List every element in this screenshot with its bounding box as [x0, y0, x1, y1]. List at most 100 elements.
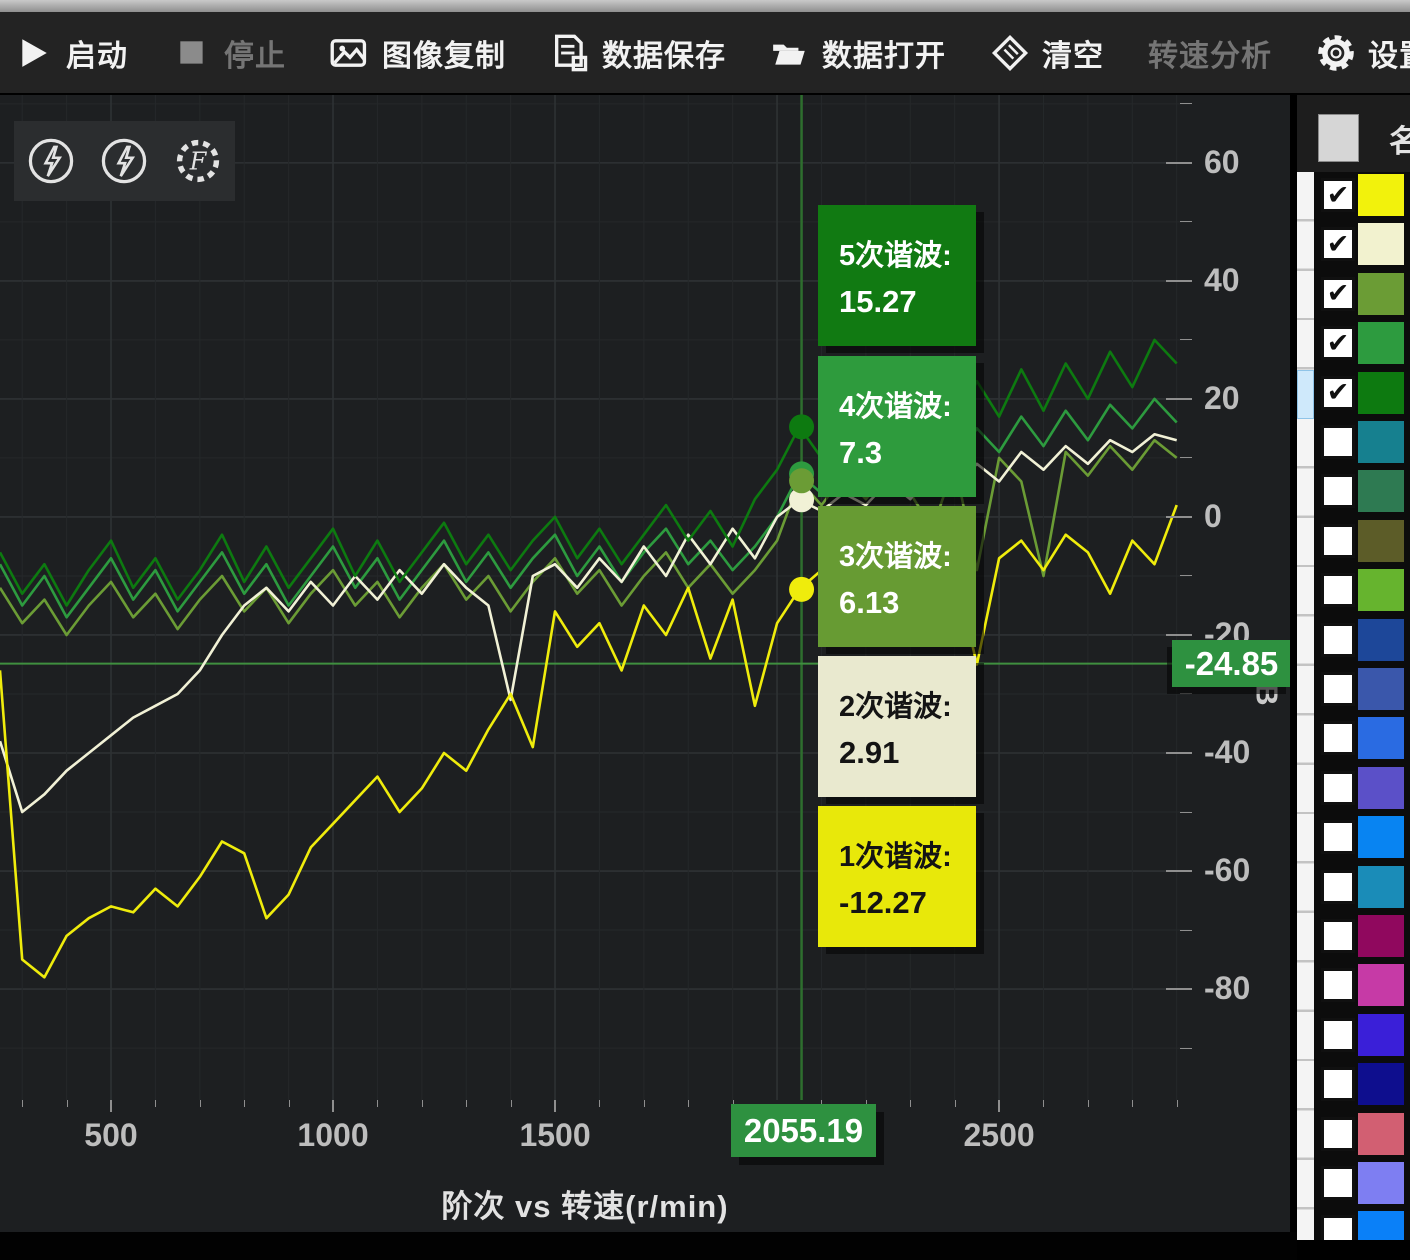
legend-checkbox-row-9[interactable] — [1321, 573, 1355, 607]
cursor-marker-1次谐波 — [789, 577, 814, 602]
image-copy-icon — [330, 33, 370, 73]
window-bottom-strip — [0, 1232, 1297, 1260]
x-minor-tick-mark — [377, 1100, 378, 1107]
x-tick-mark — [554, 1100, 556, 1112]
legend-color-swatch-row-7[interactable] — [1358, 470, 1404, 512]
legend-color-swatch-row-21[interactable] — [1358, 1162, 1404, 1204]
legend-color-swatch-row-10[interactable] — [1358, 619, 1404, 661]
cursor-marker-5次谐波 — [789, 414, 814, 439]
legend-color-swatch-row-5[interactable] — [1358, 372, 1404, 414]
legend-color-swatch-row-2[interactable] — [1358, 223, 1404, 265]
legend-checkbox-row-2[interactable]: ✔ — [1321, 227, 1355, 261]
legend-checkbox-row-4[interactable]: ✔ — [1321, 326, 1355, 360]
legend-checkbox-row-19[interactable] — [1321, 1067, 1355, 1101]
gear-icon — [1316, 33, 1356, 73]
legend-color-swatch-row-19[interactable] — [1358, 1063, 1404, 1105]
legend-color-swatch-row-12[interactable] — [1358, 717, 1404, 759]
plot-tool-cursor-tool-1[interactable] — [25, 135, 77, 187]
toolbar-button-image-copy[interactable]: 图像复制 — [330, 31, 506, 75]
toolbar-button-data-save[interactable]: 数据保存 — [550, 31, 726, 75]
legend-color-swatch-row-11[interactable] — [1358, 668, 1404, 710]
legend-checkbox-row-6[interactable] — [1321, 425, 1355, 459]
series-line-2次谐波 — [0, 434, 1177, 812]
legend-checkbox-row-10[interactable] — [1321, 623, 1355, 657]
legend-color-swatch-row-16[interactable] — [1358, 915, 1404, 957]
legend-color-swatch-row-4[interactable] — [1358, 322, 1404, 364]
x-minor-tick-mark — [200, 1100, 201, 1107]
legend-row-selector-strip[interactable] — [1297, 172, 1314, 1240]
folder-open-icon — [770, 33, 810, 73]
legend-color-swatch-row-14[interactable] — [1358, 816, 1404, 858]
legend-checkbox-row-5[interactable]: ✔ — [1321, 376, 1355, 410]
crosshair-x-value-badge: 2055.19 — [731, 1104, 876, 1157]
toolbar-button-label: 启动 — [66, 31, 128, 75]
harmonic-tooltip-3: 3次谐波: 6.13 — [818, 506, 976, 647]
legend-color-swatch-row-1[interactable] — [1358, 174, 1404, 216]
legend-checkbox-row-18[interactable] — [1321, 1018, 1355, 1052]
legend-checkbox-row-3[interactable]: ✔ — [1321, 277, 1355, 311]
chart-area[interactable]: F 6040200-20-40-60-80500100015002500 5次谐… — [0, 95, 1290, 1232]
legend-checkbox-row-13[interactable] — [1321, 771, 1355, 805]
x-tick-label: 2500 — [939, 1117, 1059, 1154]
toolbar-button-label: 图像复制 — [382, 31, 506, 75]
x-tick-mark — [110, 1100, 112, 1112]
toolbar-button-label: 停止 — [224, 31, 286, 75]
toolbar-button-clear[interactable]: 清空 — [990, 31, 1104, 75]
y-tick-label: 60 — [1204, 144, 1290, 181]
tooltip-label: 2次谐波: — [839, 683, 976, 725]
legend-color-swatch-row-22[interactable] — [1358, 1211, 1404, 1240]
legend-checkbox-row-22[interactable] — [1321, 1215, 1355, 1240]
plot-tool-cursor-tool-2[interactable] — [98, 135, 150, 187]
tooltip-label: 3次谐波: — [839, 533, 976, 575]
y-minor-tick-mark — [1180, 1048, 1192, 1049]
toolbar-button-settings[interactable]: 设置 — [1316, 31, 1410, 75]
legend-checkbox-row-8[interactable] — [1321, 524, 1355, 558]
toolbar-button-label: 数据保存 — [602, 31, 726, 75]
y-minor-tick-mark — [1180, 930, 1192, 931]
x-minor-tick-mark — [1177, 1100, 1178, 1107]
toolbar-button-data-open[interactable]: 数据打开 — [770, 31, 946, 75]
legend-color-swatch-row-18[interactable] — [1358, 1014, 1404, 1056]
legend-color-swatch-row-13[interactable] — [1358, 767, 1404, 809]
x-minor-tick-mark — [244, 1100, 245, 1107]
x-minor-tick-mark — [910, 1100, 911, 1107]
legend-color-swatch-row-15[interactable] — [1358, 866, 1404, 908]
legend-color-swatch-row-3[interactable] — [1358, 273, 1404, 315]
legend-checkbox-row-11[interactable] — [1321, 672, 1355, 706]
toolbar-button-stop: 停止 — [172, 31, 286, 75]
plot-canvas[interactable] — [0, 95, 1190, 1100]
y-minor-tick-mark — [1180, 693, 1192, 694]
toolbar-button-speed-analysis: 转速分析 — [1148, 31, 1272, 75]
legend-color-swatch-row-8[interactable] — [1358, 520, 1404, 562]
legend-select-all-checkbox[interactable] — [1318, 114, 1359, 162]
legend-selected-row-highlight — [1297, 370, 1314, 419]
series-line-5次谐波 — [0, 340, 1177, 606]
legend-checkbox-row-17[interactable] — [1321, 968, 1355, 1002]
legend-checkbox-row-12[interactable] — [1321, 721, 1355, 755]
toolbar-button-label: 转速分析 — [1148, 31, 1272, 75]
legend-checkbox-row-1[interactable]: ✔ — [1321, 178, 1355, 212]
toolbar-button-start[interactable]: 启动 — [14, 31, 128, 75]
x-minor-tick-mark — [955, 1100, 956, 1107]
play-icon — [14, 33, 54, 73]
plot-tool-fit-tool[interactable]: F — [172, 135, 224, 187]
legend-checkbox-row-14[interactable] — [1321, 820, 1355, 854]
y-tick-label: 20 — [1204, 380, 1290, 417]
y-tick-mark — [1166, 634, 1192, 636]
harmonic-tooltip-1: 1次谐波: -12.27 — [818, 806, 976, 947]
legend-color-swatch-row-17[interactable] — [1358, 964, 1404, 1006]
tooltip-value: -12.27 — [839, 885, 976, 921]
legend-checkbox-row-7[interactable] — [1321, 474, 1355, 508]
plot-tool-panel: F — [14, 121, 235, 201]
tooltip-label: 1次谐波: — [839, 833, 976, 875]
legend-checkbox-row-20[interactable] — [1321, 1117, 1355, 1151]
legend-checkbox-row-15[interactable] — [1321, 870, 1355, 904]
legend-color-swatch-row-20[interactable] — [1358, 1113, 1404, 1155]
series-line-3次谐波 — [0, 440, 1177, 635]
tooltip-value: 6.13 — [839, 585, 976, 621]
legend-checkbox-row-16[interactable] — [1321, 919, 1355, 953]
legend-checkbox-row-21[interactable] — [1321, 1166, 1355, 1200]
legend-color-swatch-row-9[interactable] — [1358, 569, 1404, 611]
x-minor-tick-mark — [599, 1100, 600, 1107]
legend-color-swatch-row-6[interactable] — [1358, 421, 1404, 463]
